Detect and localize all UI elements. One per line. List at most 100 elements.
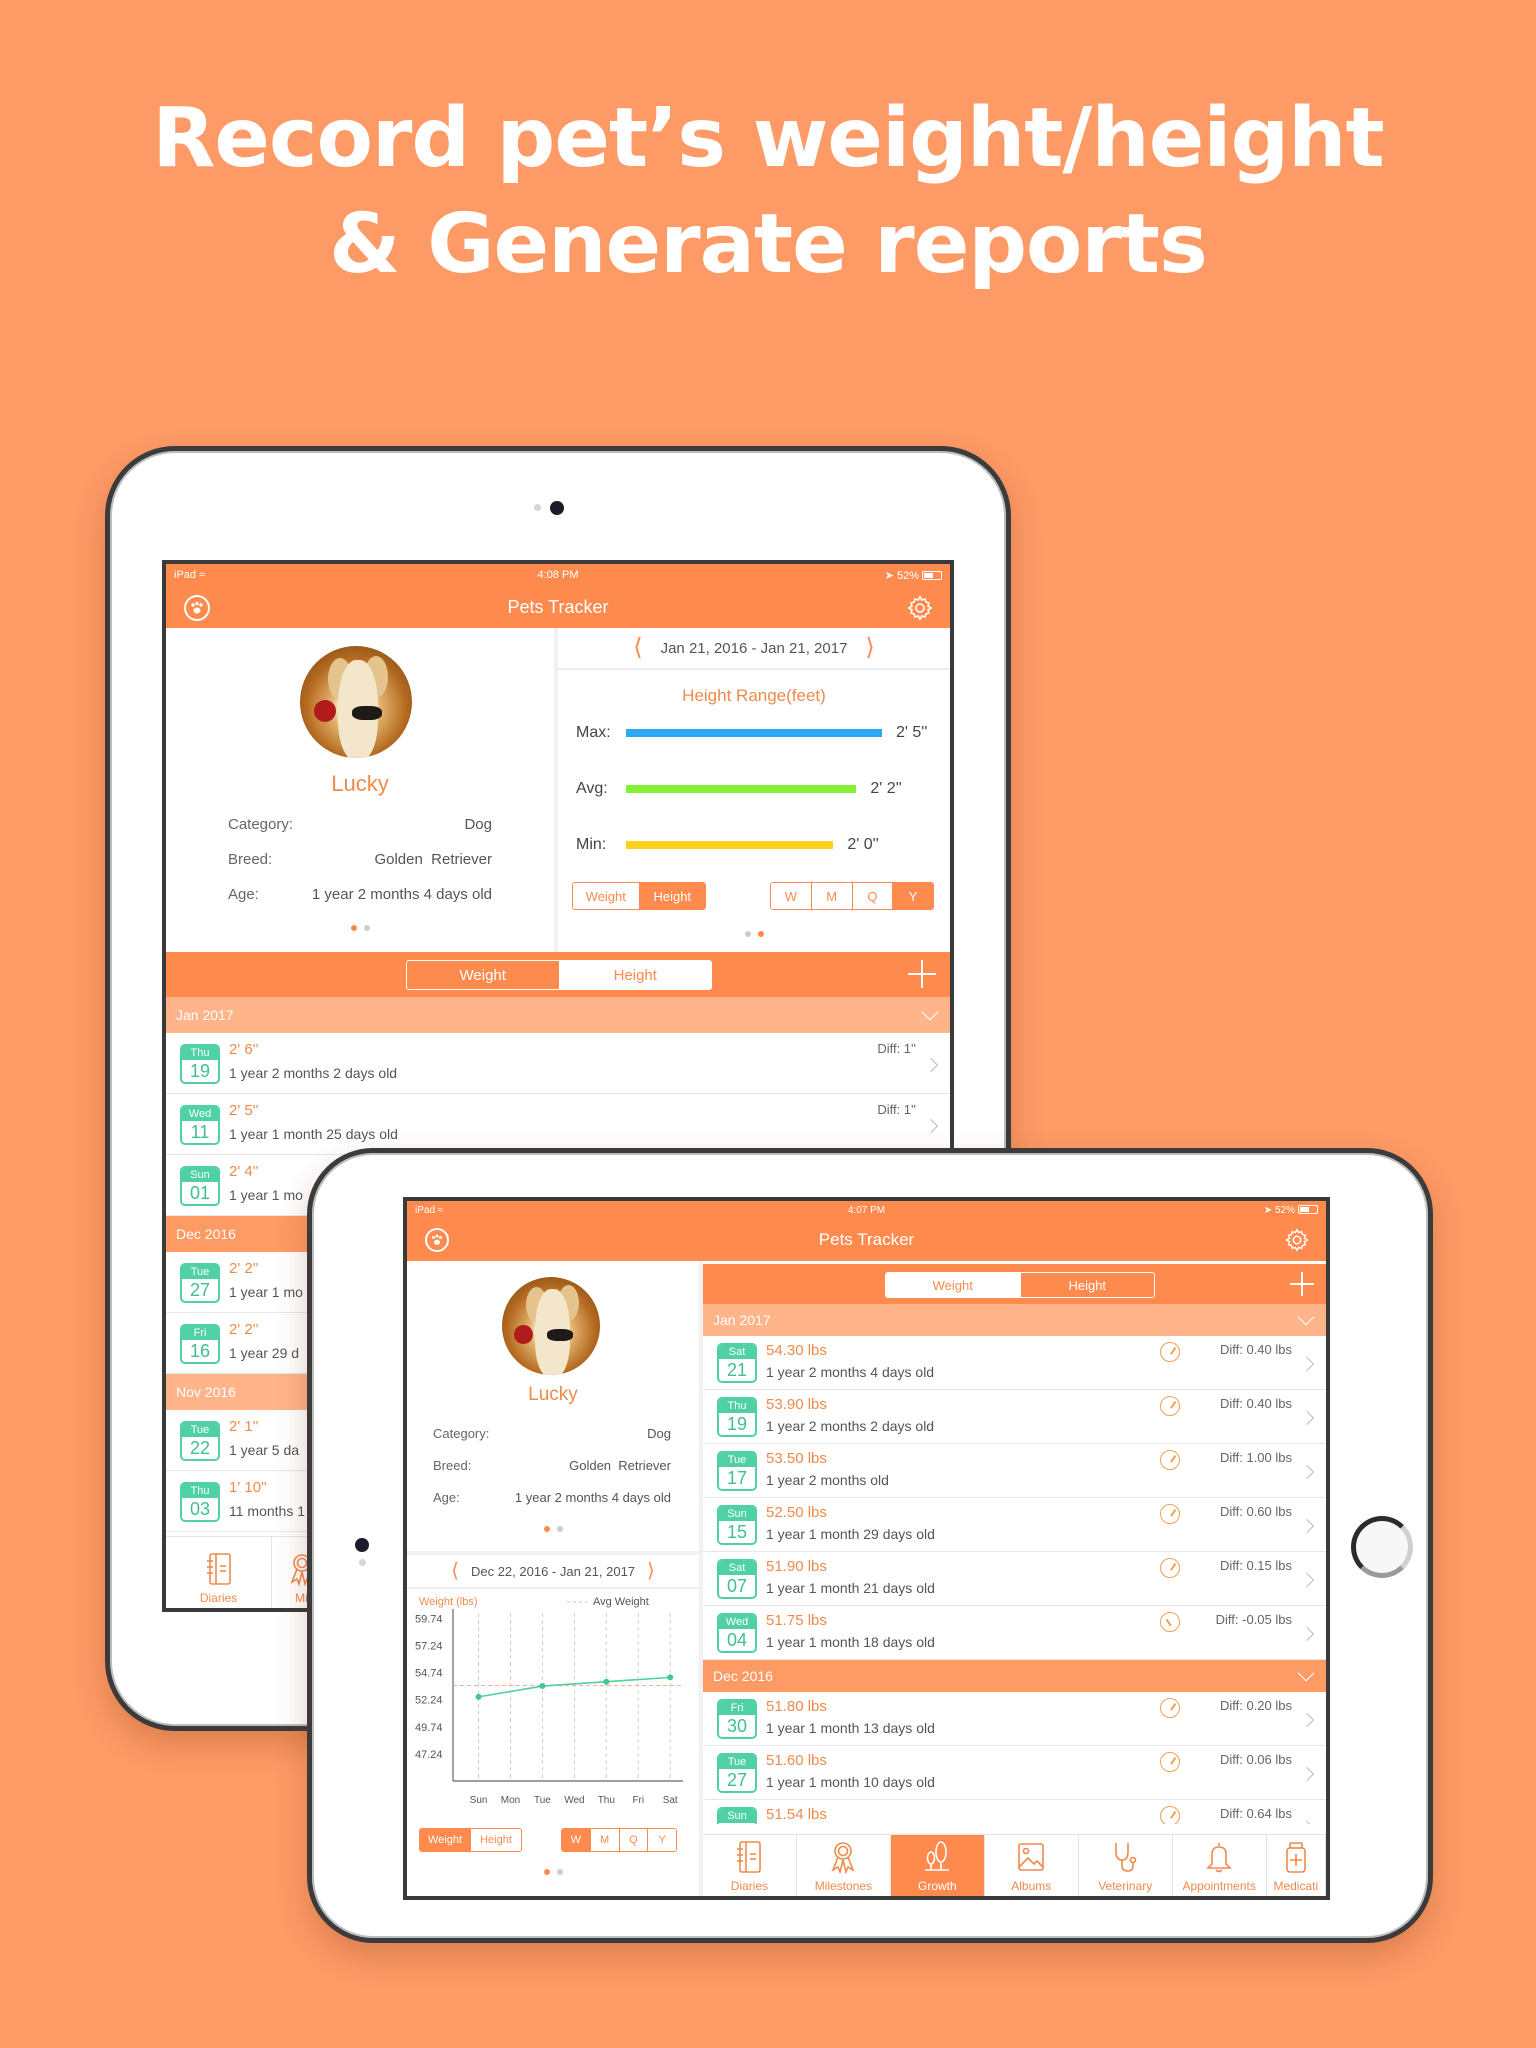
record-row[interactable]: Fri 30 51.80 lbs 1 year 1 month 13 days old… [703, 1692, 1326, 1746]
tab-diaries[interactable]: Diaries [166, 1537, 272, 1608]
metric-height-button[interactable]: Height [471, 1829, 521, 1851]
record-value: 54.30 lbs [766, 1342, 827, 1359]
pet-avatar[interactable] [502, 1277, 600, 1375]
period-m-button[interactable]: M [811, 883, 853, 909]
month-section-header[interactable]: Jan 2017 [703, 1304, 1326, 1336]
add-record-button[interactable] [1290, 1272, 1314, 1296]
record-row[interactable]: Sun 15 52.50 lbs 1 year 1 month 29 days old… [703, 1498, 1326, 1552]
list-weight-tab[interactable]: Weight [886, 1273, 1021, 1297]
period-w-button[interactable]: W [562, 1829, 591, 1851]
record-value: 2' 1'' [229, 1418, 259, 1435]
chevron-right-icon[interactable] [1299, 1712, 1315, 1728]
chevron-right-icon[interactable] [923, 1057, 939, 1072]
record-row[interactable]: Sat 21 54.30 lbs 1 year 2 months 4 days old… [703, 1336, 1326, 1390]
record-value: 51.60 lbs [766, 1752, 827, 1769]
record-row[interactable]: Thu 19 2' 6'' 1 year 2 months 2 days old Dif… [166, 1033, 950, 1094]
period-q-button[interactable]: Q [852, 883, 894, 909]
chevron-right-icon[interactable] [1299, 1356, 1315, 1372]
record-value: 52.50 lbs [766, 1504, 827, 1521]
tab-growth[interactable]: Growth [890, 1835, 985, 1896]
record-row[interactable]: Sat 07 51.90 lbs 1 year 1 month 21 days old… [703, 1552, 1326, 1606]
weekday: Tue [182, 1264, 218, 1279]
period-y-button[interactable]: Y [648, 1829, 676, 1851]
next-range-button[interactable]: ⟩ [647, 1561, 655, 1581]
list-height-tab[interactable]: Height [1020, 1273, 1154, 1297]
chevron-down-icon[interactable] [1297, 1664, 1315, 1682]
day-number: 07 [726, 1576, 748, 1596]
chevron-right-icon[interactable] [1299, 1410, 1315, 1426]
tab-veterinary[interactable]: Veterinary [1079, 1835, 1173, 1896]
list-weight-tab[interactable]: Weight [407, 961, 560, 989]
nav-bar: Pets Tracker [166, 586, 950, 628]
height-range-label: Min: [576, 836, 607, 853]
x-tick-label: Wed [564, 1795, 584, 1806]
chart-page-indicator[interactable] [407, 1869, 699, 1875]
list-height-tab[interactable]: Height [559, 961, 711, 989]
scale-gauge-icon [1160, 1612, 1180, 1632]
front-camera [550, 501, 564, 515]
home-button[interactable] [1351, 1516, 1413, 1578]
chevron-right-icon[interactable] [1299, 1820, 1315, 1824]
chevron-right-icon[interactable] [1299, 1766, 1315, 1782]
chevron-right-icon[interactable] [1299, 1626, 1315, 1642]
front-sensor [534, 504, 541, 511]
y-tick-label: 47.24 [415, 1749, 443, 1761]
paw-icon[interactable] [184, 595, 210, 621]
record-value: 2' 2'' [229, 1260, 259, 1277]
tab-medicati[interactable]: Medicati [1267, 1835, 1326, 1896]
add-record-button[interactable] [908, 960, 936, 988]
chevron-right-icon[interactable] [1299, 1572, 1315, 1588]
chevron-down-icon[interactable] [921, 1003, 939, 1021]
day-number: 27 [726, 1770, 748, 1790]
record-age: 11 months 1 [229, 1503, 306, 1519]
record-diff: Diff: 0.20 lbs [1219, 1698, 1292, 1713]
chevron-right-icon[interactable] [1299, 1464, 1315, 1480]
period-w-button[interactable]: W [771, 883, 812, 909]
calendar-date-icon: Wed 04 [717, 1613, 757, 1653]
tab-albums[interactable]: Albums [985, 1835, 1079, 1896]
pet-avatar[interactable] [300, 646, 412, 758]
day-number: 19 [189, 1060, 211, 1081]
metric-height-button[interactable]: Height [639, 883, 705, 909]
weekday: Sat [719, 1561, 755, 1575]
gear-icon[interactable] [1284, 1227, 1310, 1253]
landscape-screen: iPad ≈ 4:07 PM ➤ 52% Pets Tracker Lucky … [403, 1197, 1330, 1900]
chevron-down-icon[interactable] [1297, 1308, 1315, 1326]
page-indicator[interactable] [407, 1526, 699, 1532]
day-number: 11 [190, 1121, 210, 1142]
tab-diaries[interactable]: Diaries [703, 1835, 797, 1896]
next-range-button[interactable]: ⟩ [865, 636, 874, 660]
calendar-date-icon: Thu 03 [180, 1481, 220, 1522]
record-row[interactable]: Sun 51.54 lbs Diff: 0.64 lbs [703, 1800, 1326, 1824]
record-row[interactable]: Tue 27 51.60 lbs 1 year 1 month 10 days old… [703, 1746, 1326, 1800]
record-row[interactable]: Wed 04 51.75 lbs 1 year 1 month 18 days old… [703, 1606, 1326, 1660]
period-q-button[interactable]: Q [619, 1829, 649, 1851]
tab-milestones[interactable]: Milestones [797, 1835, 891, 1896]
chevron-right-icon[interactable] [1299, 1518, 1315, 1534]
gear-icon[interactable] [906, 594, 934, 622]
month-section-header[interactable]: Dec 2016 [703, 1660, 1326, 1692]
prev-range-button[interactable]: ⟨ [451, 1561, 459, 1581]
weekday: Tue [182, 1422, 218, 1437]
day-number: 21 [726, 1360, 748, 1380]
period-m-button[interactable]: M [590, 1829, 620, 1851]
chevron-right-icon[interactable] [923, 1118, 939, 1133]
weight-data-point [667, 1674, 674, 1681]
metric-weight-button[interactable]: Weight [573, 883, 640, 909]
metric-weight-button[interactable]: Weight [420, 1829, 471, 1851]
period-y-button[interactable]: Y [893, 883, 933, 909]
record-row[interactable]: Thu 19 53.90 lbs 1 year 2 months 2 days old… [703, 1390, 1326, 1444]
page-indicator[interactable] [166, 925, 554, 931]
record-row[interactable]: Wed 11 2' 5'' 1 year 1 month 25 days old Dif… [166, 1094, 950, 1155]
prev-range-button[interactable]: ⟨ [633, 636, 642, 660]
record-value: 1' 10'' [229, 1479, 267, 1496]
record-row[interactable]: Tue 17 53.50 lbs 1 year 2 months old Diff: 1… [703, 1444, 1326, 1498]
paw-icon[interactable] [425, 1228, 449, 1252]
tab-appointments[interactable]: Appointments [1173, 1835, 1267, 1896]
record-value: 51.80 lbs [766, 1698, 827, 1715]
month-section-header[interactable]: Jan 2017 [166, 997, 950, 1033]
y-axis-label: Weight (lbs) [419, 1596, 477, 1608]
chart-page-indicator[interactable] [558, 931, 950, 937]
record-age: 1 year 2 months old [766, 1472, 889, 1488]
tab-label: Medicati [1273, 1879, 1319, 1893]
